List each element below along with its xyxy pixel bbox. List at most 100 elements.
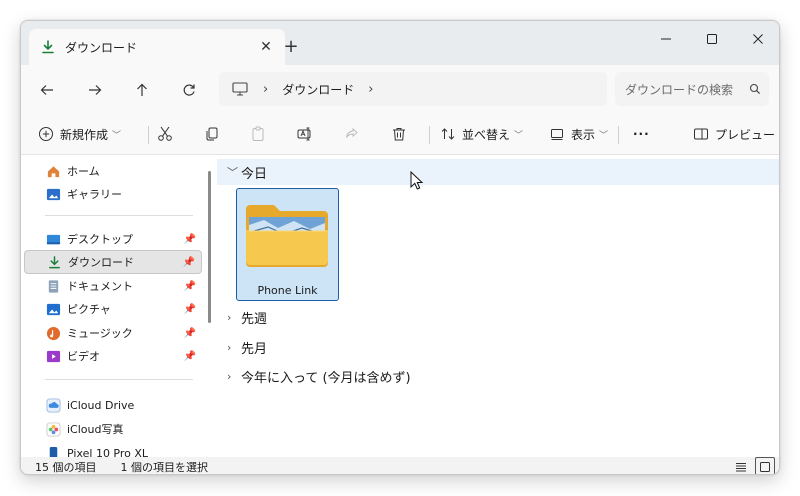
videos-icon bbox=[45, 348, 61, 364]
plus-circle-icon bbox=[39, 127, 53, 141]
sidebar-item-label: ピクチャ bbox=[67, 303, 111, 316]
tab-downloads[interactable]: ダウンロード ✕ bbox=[29, 29, 285, 65]
sidebar-item-gallery[interactable]: ギャラリー bbox=[24, 182, 202, 206]
minimize-button[interactable] bbox=[643, 21, 689, 57]
sidebar-item-label: デスクトップ bbox=[67, 233, 133, 246]
search-box[interactable]: ダウンロードの検索 bbox=[615, 72, 769, 106]
sidebar-item-phone[interactable]: Pixel 10 Pro XL bbox=[24, 441, 202, 457]
paste-icon bbox=[252, 126, 264, 141]
share-button[interactable] bbox=[343, 119, 361, 149]
breadcrumb-separator[interactable]: › bbox=[368, 82, 373, 97]
sidebar-item-label: ギャラリー bbox=[67, 188, 122, 201]
file-explorer-window: ダウンロード ✕ + › ダウンロード › ダウンロードの検索 新規作成 ﹀ 並… bbox=[20, 20, 780, 475]
desktop-icon bbox=[45, 231, 61, 247]
chevron-down-icon: ﹀ bbox=[514, 130, 524, 141]
sidebar-item-label: Pixel 10 Pro XL bbox=[67, 446, 149, 458]
sidebar-item-label: ダウンロード bbox=[68, 256, 134, 269]
search-icon bbox=[741, 83, 769, 95]
view-icon bbox=[551, 129, 563, 140]
this-pc-icon bbox=[232, 82, 248, 96]
divider bbox=[148, 126, 149, 144]
sidebar-item-downloads[interactable]: ダウンロード 📌 bbox=[24, 250, 202, 274]
cut-button[interactable] bbox=[156, 119, 174, 149]
sidebar-item-icloud-drive[interactable]: iCloud Drive bbox=[24, 393, 202, 417]
breadcrumb-separator[interactable]: › bbox=[263, 82, 268, 97]
pin-icon[interactable]: 📌 bbox=[184, 304, 196, 315]
sidebar-item-documents[interactable]: ドキュメント 📌 bbox=[24, 274, 202, 298]
sidebar-item-label: iCloud写真 bbox=[67, 423, 124, 436]
new-button[interactable]: 新規作成 ﹀ bbox=[38, 119, 121, 149]
view-button-label: 表示 bbox=[571, 127, 596, 142]
group-header-last-month[interactable]: › 先月 bbox=[227, 334, 267, 360]
address-bar[interactable]: › ダウンロード › bbox=[219, 72, 607, 106]
sidebar-item-pictures[interactable]: ピクチャ 📌 bbox=[24, 297, 202, 321]
paste-button[interactable] bbox=[249, 119, 267, 149]
sort-button[interactable]: 並べ替え ﹀ bbox=[440, 119, 523, 149]
status-bar: 15 個の項目 1 個の項目を選択 bbox=[21, 457, 779, 474]
download-icon bbox=[46, 254, 62, 270]
sidebar-item-label: iCloud Drive bbox=[67, 398, 135, 412]
file-name: Phone Link bbox=[257, 284, 318, 297]
group-header-last-week[interactable]: › 先週 bbox=[227, 304, 267, 330]
pin-icon[interactable]: 📌 bbox=[183, 257, 195, 268]
up-button[interactable] bbox=[127, 75, 157, 105]
sidebar-item-icloud-photos[interactable]: iCloud写真 bbox=[24, 417, 202, 441]
copy-icon bbox=[206, 127, 218, 141]
divider bbox=[45, 215, 193, 216]
group-label: 今年に入って (今月は含めず) bbox=[241, 370, 411, 386]
chevron-right-icon: › bbox=[227, 369, 232, 383]
sidebar-item-music[interactable]: ミュージック 📌 bbox=[24, 321, 202, 345]
chevron-right-icon: › bbox=[227, 310, 232, 324]
sidebar-item-desktop[interactable]: デスクトップ 📌 bbox=[24, 227, 202, 251]
tab-close-button[interactable]: ✕ bbox=[253, 34, 279, 60]
preview-pane-button[interactable]: プレビュー bbox=[693, 119, 775, 149]
delete-button[interactable] bbox=[390, 119, 408, 149]
icloud-drive-icon bbox=[45, 397, 61, 413]
view-button[interactable]: 表示 ﹀ bbox=[549, 119, 608, 149]
sidebar-item-videos[interactable]: ビデオ 📌 bbox=[24, 344, 202, 368]
search-input[interactable]: ダウンロードの検索 bbox=[625, 81, 741, 98]
chevron-down-icon: ﹀ bbox=[112, 130, 122, 141]
navigation-pane: ホーム ギャラリー デスクトップ 📌 ダウンロード 📌 ドキュメント 📌 ピクチ… bbox=[21, 155, 205, 457]
scissors-icon bbox=[158, 126, 172, 141]
gallery-icon bbox=[45, 186, 61, 202]
group-header-this-year[interactable]: › 今年に入って (今月は含めず) bbox=[227, 363, 411, 389]
list-view-icon bbox=[736, 462, 746, 471]
file-list: ﹀ 今日 Phone Link › 先週 › 先月 › 今年に入って (今月は含… bbox=[217, 155, 779, 457]
pin-icon[interactable]: 📌 bbox=[184, 351, 196, 362]
close-window-button[interactable] bbox=[735, 21, 779, 57]
chevron-right-icon: › bbox=[227, 340, 232, 354]
maximize-button[interactable] bbox=[689, 21, 735, 57]
trash-icon bbox=[393, 128, 405, 141]
pin-icon[interactable]: 📌 bbox=[184, 281, 196, 292]
folder-thumbnail-icon bbox=[246, 205, 328, 267]
pin-icon[interactable]: 📌 bbox=[184, 328, 196, 339]
more-options-button[interactable]: ··· bbox=[633, 119, 650, 149]
back-button[interactable] bbox=[32, 75, 62, 105]
rename-button[interactable] bbox=[296, 119, 314, 149]
sidebar-item-home[interactable]: ホーム bbox=[24, 159, 202, 183]
chevron-down-icon: ﹀ bbox=[599, 130, 609, 141]
forward-button[interactable] bbox=[80, 75, 110, 105]
group-label: 先週 bbox=[241, 311, 268, 327]
mouse-cursor-icon bbox=[410, 171, 424, 190]
documents-icon bbox=[45, 278, 61, 294]
group-header-today[interactable]: ﹀ 今日 bbox=[217, 159, 779, 185]
group-label: 今日 bbox=[241, 166, 268, 182]
breadcrumb-downloads[interactable]: ダウンロード bbox=[282, 81, 354, 98]
large-icons-view-button[interactable] bbox=[755, 457, 775, 474]
download-icon bbox=[39, 38, 57, 56]
details-view-button[interactable] bbox=[731, 457, 751, 474]
navigation-bar: › ダウンロード › ダウンロードの検索 bbox=[21, 65, 779, 113]
new-tab-button[interactable]: + bbox=[277, 32, 305, 60]
pin-icon[interactable]: 📌 bbox=[184, 234, 196, 245]
music-icon bbox=[45, 325, 61, 341]
new-button-label: 新規作成 bbox=[60, 127, 109, 142]
copy-button[interactable] bbox=[203, 119, 221, 149]
sidebar-scrollbar[interactable] bbox=[208, 171, 211, 323]
file-item-folder[interactable]: Phone Link bbox=[236, 188, 339, 301]
phone-icon bbox=[45, 445, 61, 457]
refresh-button[interactable] bbox=[174, 75, 204, 105]
sidebar-item-label: ドキュメント bbox=[67, 280, 133, 293]
divider bbox=[45, 379, 193, 380]
